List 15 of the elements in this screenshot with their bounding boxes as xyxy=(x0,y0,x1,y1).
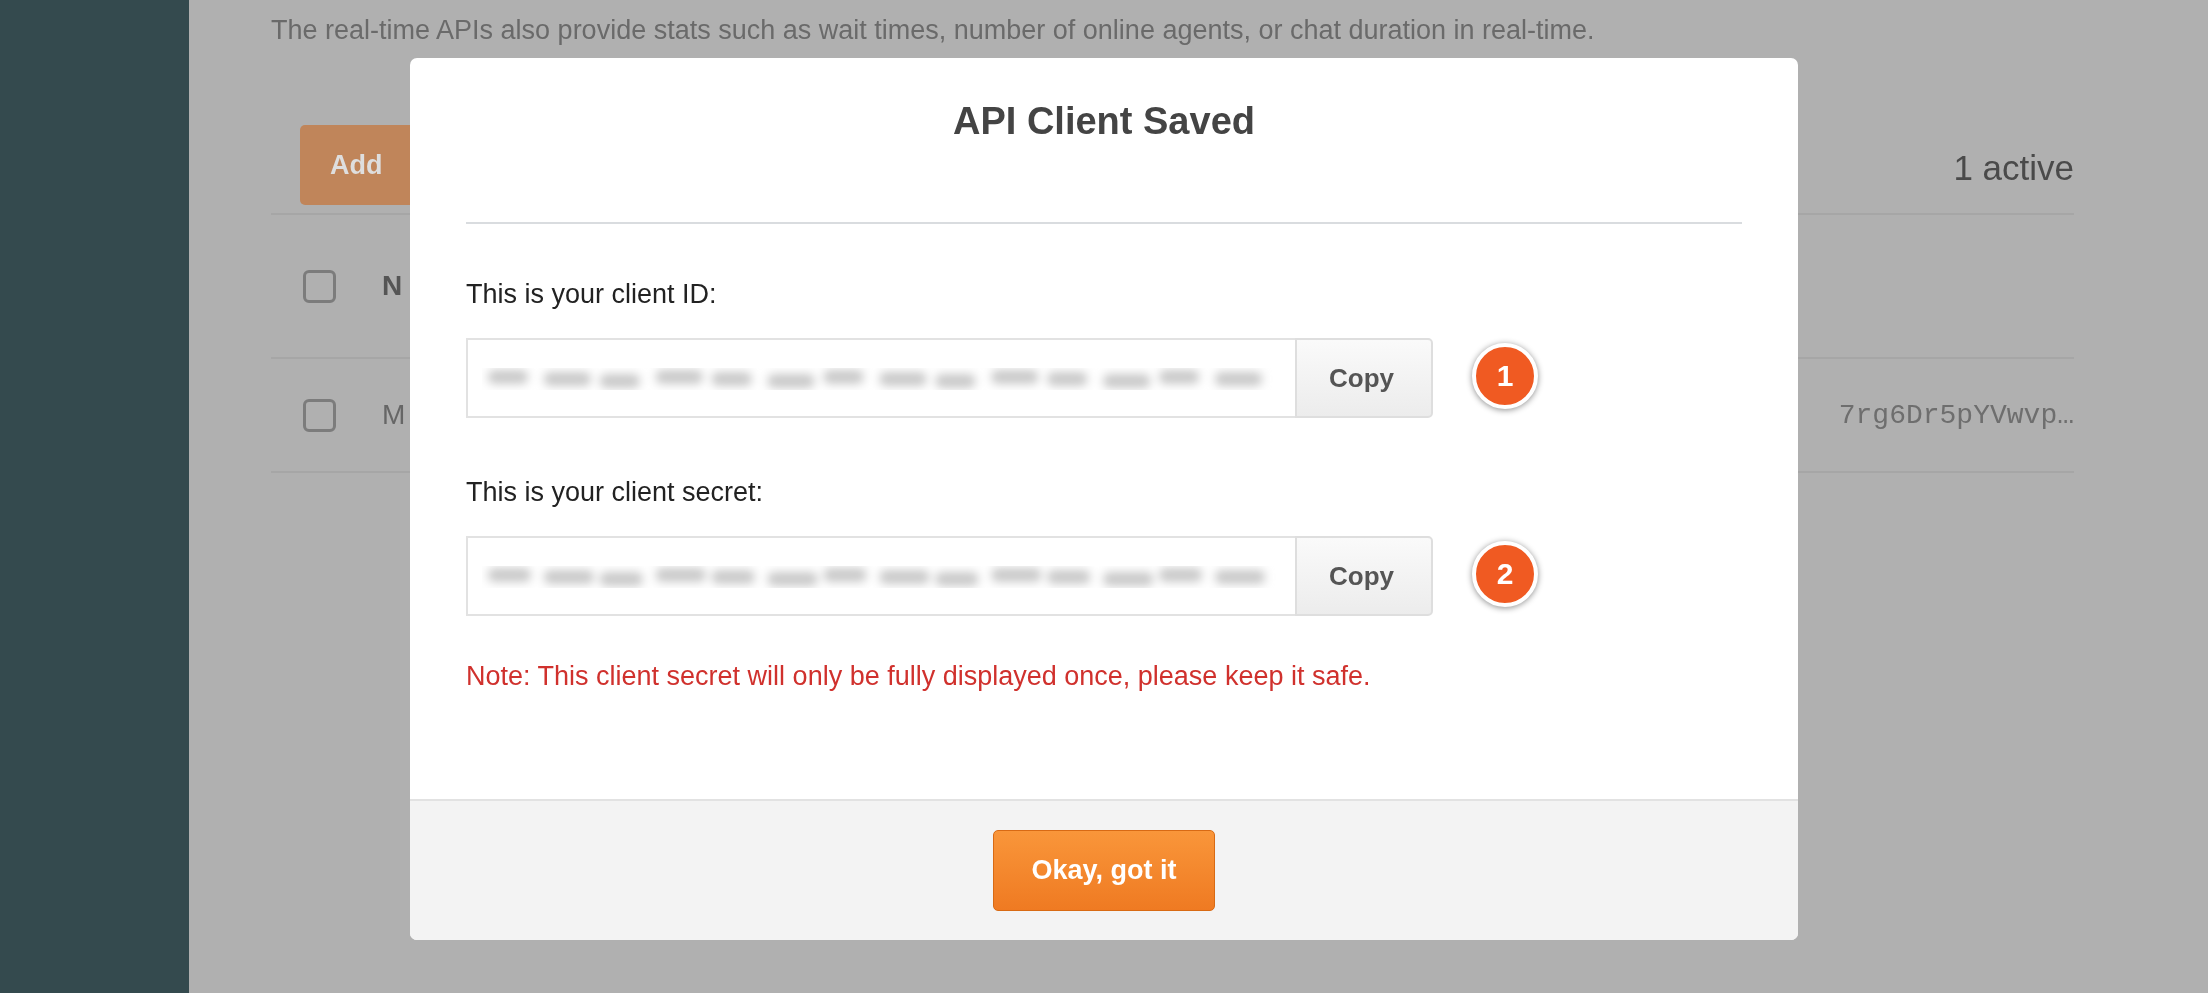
column-header: N xyxy=(382,270,403,302)
dialog-title: API Client Saved xyxy=(952,99,1256,144)
copy-button[interactable]: Copy xyxy=(1295,536,1433,616)
copy-button[interactable]: Copy xyxy=(1295,338,1433,418)
field-label: This is your client secret: xyxy=(466,476,765,508)
input-field[interactable] xyxy=(466,338,1295,418)
table-cell: 7rg6Dr5pYVwvp… xyxy=(1838,399,2074,431)
table-cell: M xyxy=(382,399,406,431)
checkbox[interactable] xyxy=(303,269,336,303)
active-count: 1 active xyxy=(1953,147,2074,188)
field-label: This is your client ID: xyxy=(466,278,718,310)
intro-text: The real-time APIs also provide stats such as wait times, number of online agents, or chat duration in real-time. xyxy=(271,14,1596,46)
checkbox[interactable] xyxy=(303,398,336,432)
warning-note: Note: This client secret will only be fully displayed once, please keep it safe. xyxy=(466,660,1372,692)
input-field[interactable] xyxy=(466,536,1295,616)
